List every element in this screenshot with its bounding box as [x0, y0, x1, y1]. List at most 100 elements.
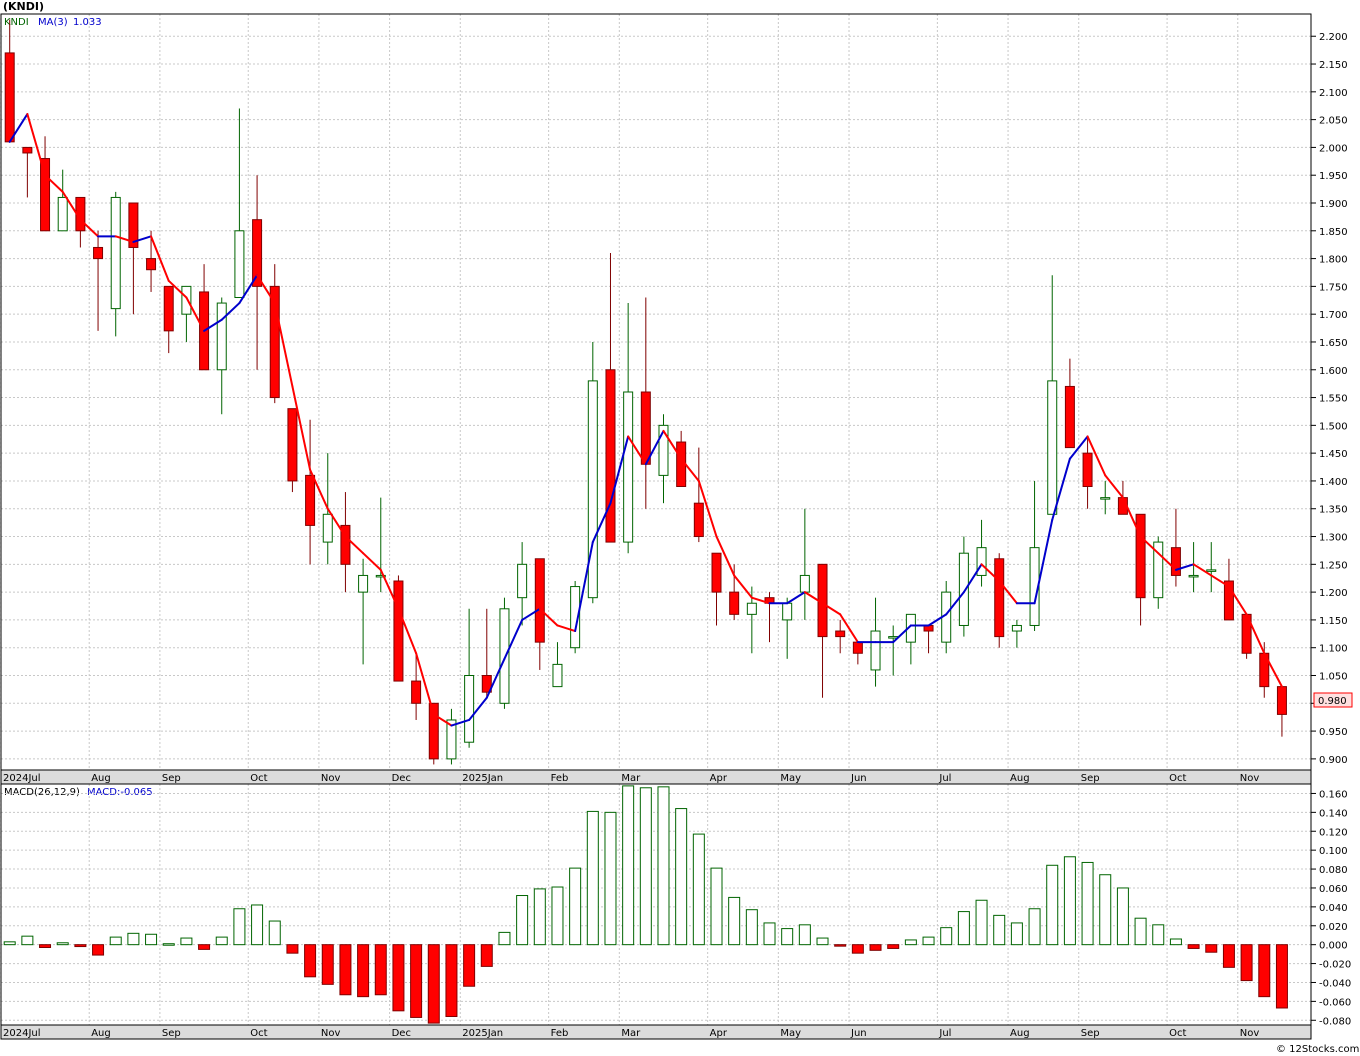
macd-bar: [56, 942, 69, 946]
chart-title: (KNDI): [3, 0, 44, 13]
candle-body: [322, 513, 333, 543]
price-legend-ma-value: 1.033: [73, 17, 102, 28]
candle: [923, 624, 934, 654]
candle-body: [22, 146, 33, 154]
x-tick-label: Apr: [710, 1028, 728, 1039]
ma3-segment: [1104, 474, 1124, 499]
macd-bar: [692, 833, 705, 946]
price-y-tick-label: 1.900: [1319, 199, 1348, 210]
macd-bar: [1152, 924, 1165, 946]
x-tick-label: Sep: [162, 1028, 181, 1039]
macd-bar: [586, 810, 599, 946]
candle-body: [587, 380, 598, 599]
macd-bar: [1010, 922, 1023, 946]
macd-bar: [198, 944, 211, 950]
candle-body: [1276, 686, 1287, 715]
macd-bar: [286, 944, 299, 954]
macd-bar: [1081, 861, 1094, 946]
macd-panel-frame: [0, 783, 1312, 1026]
candle-body: [181, 285, 192, 315]
candle-body: [640, 391, 651, 465]
candle: [658, 414, 669, 504]
price-y-axis: 2.200 2.150 2.100 2.050 2.000 1.950 1.900 1.850…: [1311, 32, 1348, 766]
candle: [340, 492, 351, 593]
candle: [994, 553, 1005, 648]
x-tick-label: Aug: [91, 1028, 111, 1039]
macd-y-tick-label: 0.120: [1319, 827, 1348, 838]
candle-body: [1135, 513, 1146, 599]
last-price-label: 0.980: [1318, 696, 1347, 707]
candle-body: [870, 630, 881, 671]
macd-bar: [392, 944, 405, 1012]
macd-y-tick-label: -0.080: [1319, 1016, 1351, 1027]
macd-bar: [1134, 917, 1147, 946]
macd-y-tick-label: 0.040: [1319, 903, 1348, 914]
candle-body: [358, 574, 369, 593]
price-y-tick-label: 1.150: [1319, 616, 1348, 627]
candle: [146, 230, 157, 292]
x-tick-label: May: [780, 773, 801, 784]
macd-date-axis-bar: [0, 1024, 1312, 1040]
macd-bar: [74, 944, 87, 948]
x-tick-label: Sep: [1081, 1028, 1100, 1039]
candle: [1029, 480, 1040, 632]
candle: [552, 642, 563, 688]
macd-bar: [816, 937, 829, 946]
macd-bar: [1275, 944, 1288, 1009]
candle-body: [1047, 380, 1058, 515]
candle-body: [1206, 569, 1217, 572]
macd-bar: [745, 909, 758, 946]
macd-bar: [21, 935, 34, 946]
macd-bar: [39, 944, 52, 949]
macd-y-tick-label: 0.080: [1319, 865, 1348, 876]
macd-bar: [957, 911, 970, 946]
x-tick-label: 2024Jul: [3, 773, 41, 784]
price-grid: [0, 14, 1311, 770]
candle-body: [605, 369, 616, 543]
macd-bar: [975, 899, 988, 946]
candle-body: [517, 563, 528, 599]
ma3-segment: [26, 113, 47, 177]
macd-y-tick-label: 0.100: [1319, 846, 1348, 857]
macd-grid: [0, 784, 1311, 1025]
candle-body: [835, 630, 846, 638]
x-tick-label: Aug: [1010, 1028, 1030, 1039]
macd-y-tick-label: -0.020: [1319, 960, 1351, 971]
price-y-tick-label: 2.000: [1319, 143, 1348, 154]
watermark: © 12Stocks.com: [1276, 1044, 1359, 1055]
macd-legend-value: MACD:-0.065: [87, 787, 153, 798]
macd-bar: [1099, 874, 1112, 946]
x-tick-label: Oct: [1169, 773, 1186, 784]
candle: [57, 169, 68, 232]
macd-bar: [162, 943, 175, 946]
candle: [976, 519, 987, 587]
candle: [782, 597, 793, 659]
candle-body: [852, 641, 863, 654]
macd-bar: [798, 924, 811, 946]
candle: [269, 264, 280, 404]
candle: [729, 564, 740, 620]
x-tick-label: Nov: [321, 773, 341, 784]
candle: [1082, 436, 1093, 509]
candle-body: [1064, 385, 1075, 449]
price-panel: 2.200 2.150 2.100 2.050 2.000 1.950 1.900 1.850…: [0, 13, 1353, 771]
candle-body: [234, 230, 245, 298]
macd-bar: [1028, 908, 1041, 946]
x-tick-label: May: [780, 1028, 801, 1039]
macd-bar: [3, 941, 16, 946]
macd-y-tick-label: -0.040: [1319, 978, 1351, 989]
candle-body: [163, 285, 174, 332]
price-y-tick-label: 1.750: [1319, 282, 1348, 293]
candle-body: [958, 552, 969, 626]
last-price-tag: 0.980: [1313, 692, 1353, 708]
candle: [1276, 686, 1287, 737]
macd-bar: [1046, 864, 1059, 946]
macd-y-tick-label: 0.140: [1319, 808, 1348, 819]
macd-bar: [569, 867, 582, 946]
price-y-tick-label: 2.200: [1319, 32, 1348, 43]
candle: [464, 608, 475, 748]
macd-bar: [1240, 944, 1253, 982]
macd-bar: [710, 867, 723, 946]
candle-body: [534, 558, 545, 643]
candle-body: [1188, 574, 1199, 578]
